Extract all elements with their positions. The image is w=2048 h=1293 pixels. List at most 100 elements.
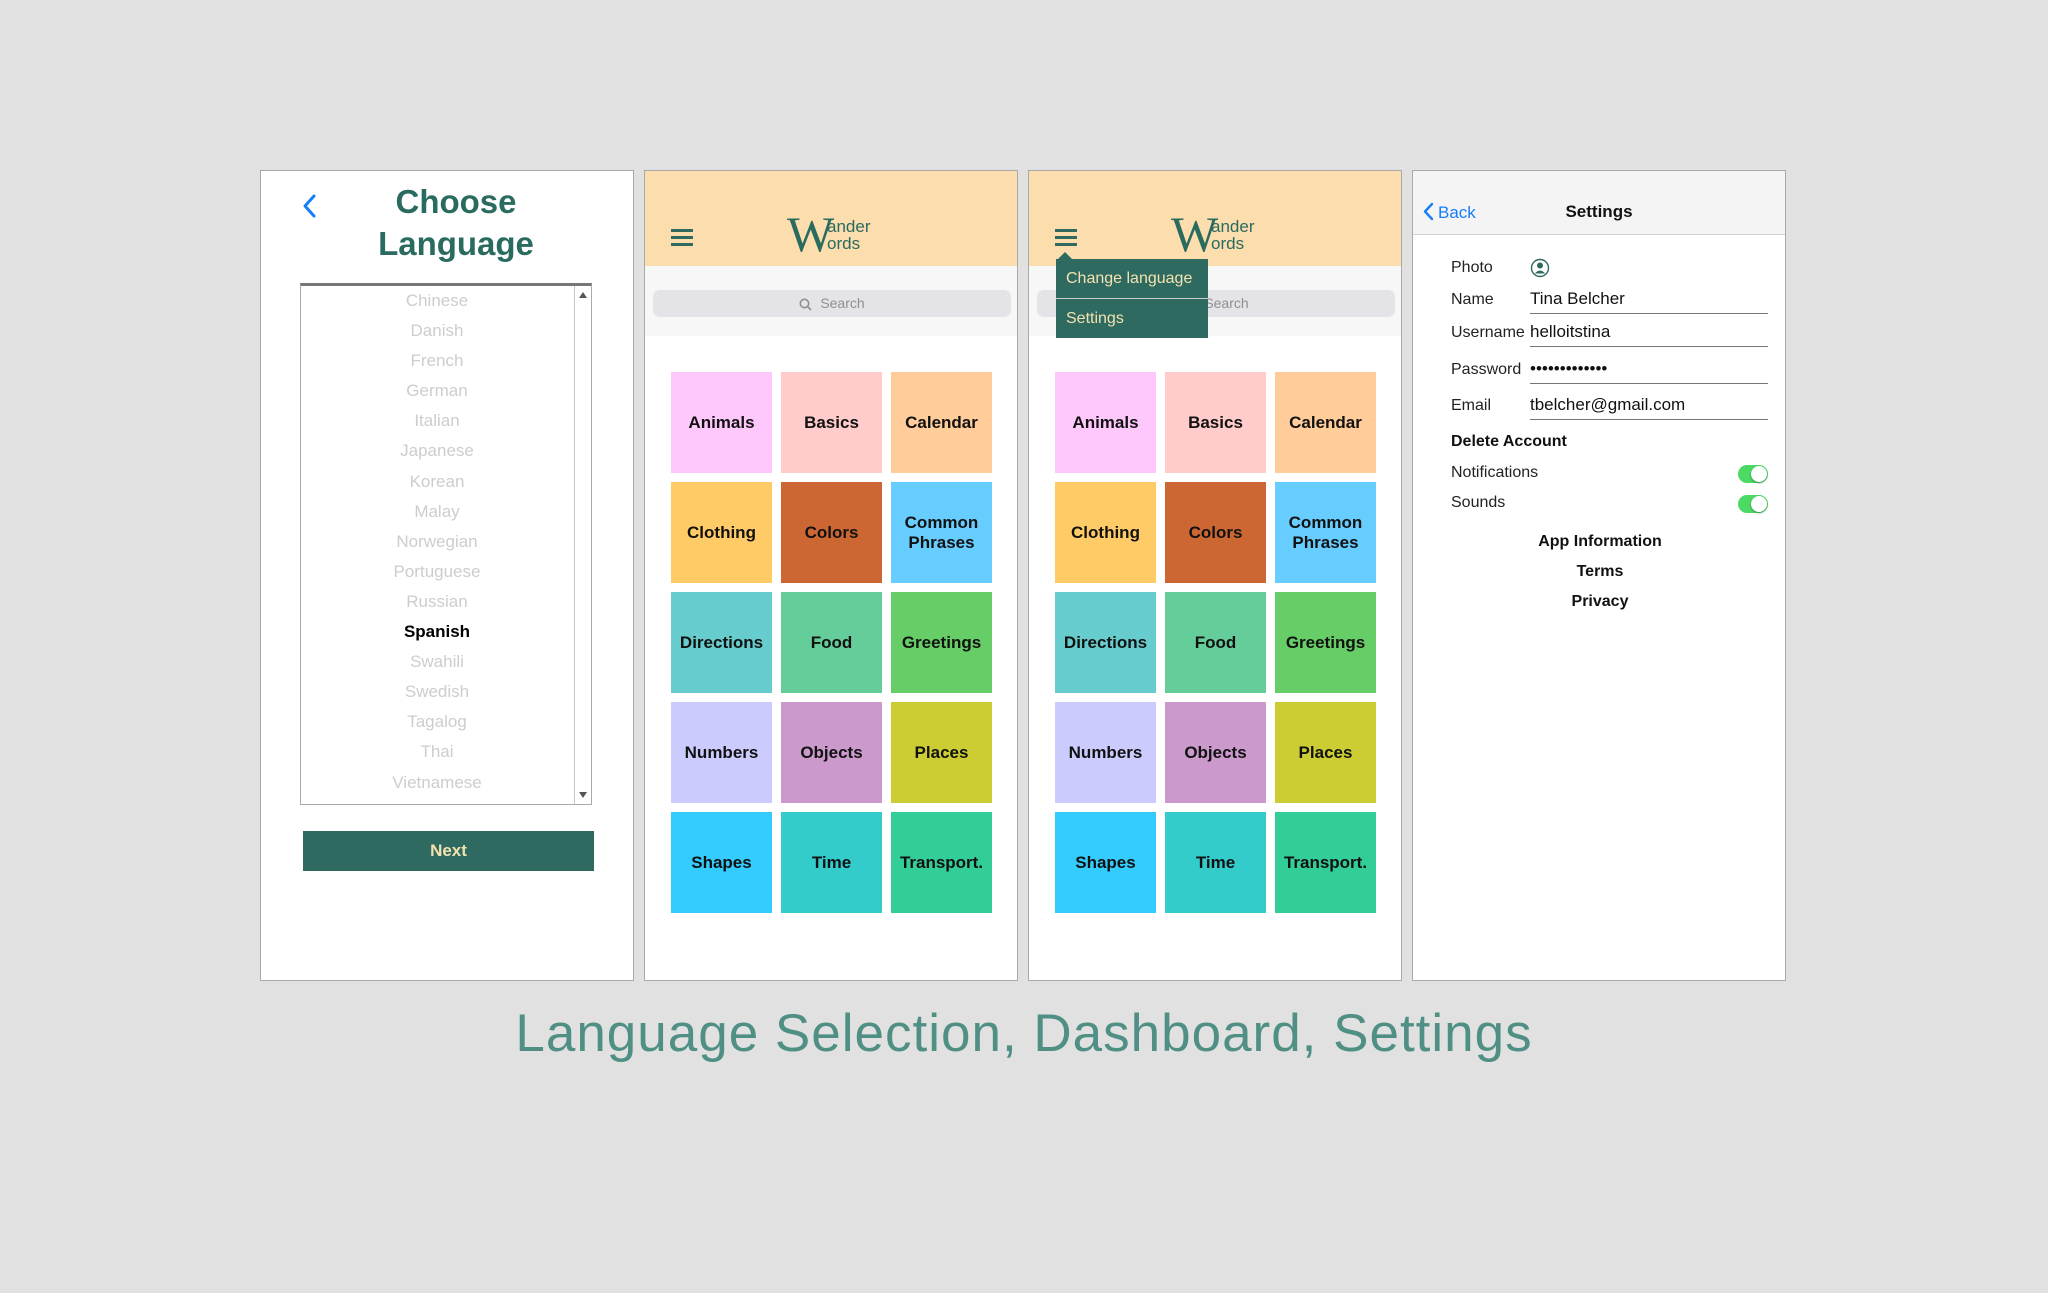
app-information-link[interactable]: App Information xyxy=(1413,533,1785,551)
category-tile-time[interactable]: Time xyxy=(781,812,882,913)
language-option[interactable]: Spanish xyxy=(301,617,573,647)
category-label: Transport. xyxy=(899,852,984,872)
category-label: Transport. xyxy=(1283,852,1368,872)
app-header: W ander ords xyxy=(645,171,1017,266)
category-label: Directions xyxy=(679,632,764,652)
category-label: Clothing xyxy=(687,522,756,542)
privacy-link[interactable]: Privacy xyxy=(1413,593,1785,611)
category-tile-common-phrases[interactable]: Common Phrases xyxy=(891,482,992,583)
hamburger-dropdown-menu: Change language Settings xyxy=(1056,252,1208,338)
category-tile-common-phrases[interactable]: Common Phrases xyxy=(1275,482,1376,583)
category-tile-colors[interactable]: Colors xyxy=(1165,482,1266,583)
language-option[interactable]: Danish xyxy=(301,316,573,346)
category-tile-places[interactable]: Places xyxy=(1275,702,1376,803)
menu-item-settings[interactable]: Settings xyxy=(1056,299,1208,338)
category-label: Basics xyxy=(1188,412,1243,432)
category-tile-shapes[interactable]: Shapes xyxy=(671,812,772,913)
category-label: Shapes xyxy=(1075,852,1136,872)
name-label: Name xyxy=(1451,291,1494,308)
language-picker-list[interactable]: Chinese Danish French German Italian Japanese… xyxy=(300,283,592,805)
category-tile-calendar[interactable]: Calendar xyxy=(891,372,992,473)
email-label: Email xyxy=(1451,397,1492,414)
category-tile-greetings[interactable]: Greetings xyxy=(1275,592,1376,693)
category-tile-numbers[interactable]: Numbers xyxy=(1055,702,1156,803)
category-label: Colors xyxy=(1188,522,1243,542)
language-option[interactable]: Vietnamese xyxy=(301,768,573,798)
category-label: Objects xyxy=(1184,742,1247,762)
terms-link[interactable]: Terms xyxy=(1413,563,1785,581)
category-tile-numbers[interactable]: Numbers xyxy=(671,702,772,803)
category-tile-places[interactable]: Places xyxy=(891,702,992,803)
language-option[interactable]: Swahili xyxy=(301,647,573,677)
password-field[interactable]: ••••••••••••• xyxy=(1530,355,1768,384)
language-option[interactable]: Korean xyxy=(301,467,573,497)
language-selection-screen: Choose Language Chinese Danish French Germa… xyxy=(260,170,634,981)
category-label: Common Phrases xyxy=(1288,512,1363,552)
category-label: Calendar xyxy=(1289,412,1362,432)
category-label: Calendar xyxy=(905,412,978,432)
language-option[interactable]: Tagalog xyxy=(301,707,573,737)
email-field[interactable]: tbelcher@gmail.com xyxy=(1530,391,1768,420)
language-option[interactable]: Thai xyxy=(301,737,573,767)
language-option[interactable]: Chinese xyxy=(301,286,573,316)
sounds-toggle[interactable] xyxy=(1738,495,1768,513)
category-tile-directions[interactable]: Directions xyxy=(1055,592,1156,693)
menu-item-change-language[interactable]: Change language xyxy=(1056,259,1208,298)
category-tile-basics[interactable]: Basics xyxy=(1165,372,1266,473)
wanderwords-logo: W ander ords xyxy=(787,206,871,262)
category-label: Food xyxy=(1194,632,1237,652)
language-option[interactable]: German xyxy=(301,376,573,406)
category-tile-greetings[interactable]: Greetings xyxy=(891,592,992,693)
category-tile-transport[interactable]: Transport. xyxy=(1275,812,1376,913)
scroll-up-arrow-icon[interactable] xyxy=(579,292,587,298)
category-label: Places xyxy=(914,742,969,762)
category-tile-calendar[interactable]: Calendar xyxy=(1275,372,1376,473)
language-option[interactable]: Japanese xyxy=(301,436,573,466)
language-option[interactable]: French xyxy=(301,346,573,376)
scroll-down-arrow-icon[interactable] xyxy=(579,792,587,798)
category-tile-objects[interactable]: Objects xyxy=(1165,702,1266,803)
notifications-toggle[interactable] xyxy=(1738,465,1768,483)
app-header: W ander ords xyxy=(1029,171,1401,266)
search-icon xyxy=(799,298,812,311)
category-tile-colors[interactable]: Colors xyxy=(781,482,882,583)
language-option[interactable]: Italian xyxy=(301,406,573,436)
username-label: Username xyxy=(1451,324,1525,341)
category-tile-objects[interactable]: Objects xyxy=(781,702,882,803)
language-option[interactable]: Russian xyxy=(301,587,573,617)
name-field[interactable]: Tina Belcher xyxy=(1530,285,1768,314)
language-option[interactable]: Malay xyxy=(301,497,573,527)
title-line-2: Language xyxy=(378,225,534,262)
category-tile-directions[interactable]: Directions xyxy=(671,592,772,693)
language-option[interactable]: Swedish xyxy=(301,677,573,707)
hamburger-menu-icon[interactable] xyxy=(671,229,693,247)
language-items: Chinese Danish French German Italian Japanese… xyxy=(301,286,573,798)
category-tile-shapes[interactable]: Shapes xyxy=(1055,812,1156,913)
language-option[interactable]: Norwegian xyxy=(301,527,573,557)
wanderwords-logo: W ander ords xyxy=(1171,206,1255,262)
scrollbar[interactable] xyxy=(574,286,591,804)
category-tile-clothing[interactable]: Clothing xyxy=(1055,482,1156,583)
category-label: Colors xyxy=(804,522,859,542)
delete-account-button[interactable]: Delete Account xyxy=(1451,433,1567,451)
category-label: Animals xyxy=(1072,412,1139,432)
category-tile-food[interactable]: Food xyxy=(781,592,882,693)
category-label: Clothing xyxy=(1071,522,1140,542)
notifications-label: Notifications xyxy=(1451,464,1539,481)
avatar-icon[interactable] xyxy=(1530,258,1550,278)
category-label: Objects xyxy=(800,742,863,762)
category-tile-time[interactable]: Time xyxy=(1165,812,1266,913)
category-tile-animals[interactable]: Animals xyxy=(671,372,772,473)
category-tile-food[interactable]: Food xyxy=(1165,592,1266,693)
search-input[interactable]: Search xyxy=(653,290,1011,317)
hamburger-menu-icon[interactable] xyxy=(1055,229,1077,247)
category-label: Time xyxy=(1195,852,1236,872)
category-tile-transport[interactable]: Transport. xyxy=(891,812,992,913)
category-tile-basics[interactable]: Basics xyxy=(781,372,882,473)
next-button[interactable]: Next xyxy=(303,831,594,871)
back-chevron-icon[interactable] xyxy=(297,191,323,221)
category-tile-clothing[interactable]: Clothing xyxy=(671,482,772,583)
username-field[interactable]: helloitstina xyxy=(1530,318,1768,347)
category-tile-animals[interactable]: Animals xyxy=(1055,372,1156,473)
language-option[interactable]: Portuguese xyxy=(301,557,573,587)
